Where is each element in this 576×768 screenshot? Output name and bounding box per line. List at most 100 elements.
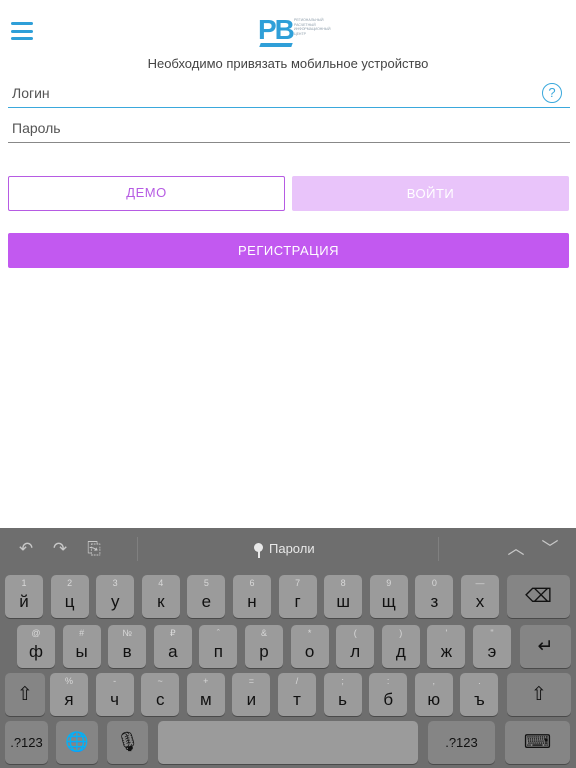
key-char: а xyxy=(168,642,178,661)
passwords-autofill-button[interactable]: Пароли xyxy=(254,538,315,560)
key-char: д xyxy=(395,642,406,661)
space-key[interactable] xyxy=(158,721,418,764)
key-hint: # xyxy=(79,628,85,638)
key-ц[interactable]: 2ц xyxy=(50,575,89,618)
key-г[interactable]: 7г xyxy=(278,575,317,618)
key-н[interactable]: 6н xyxy=(233,575,271,618)
microphone-key[interactable]: 🎙 xyxy=(107,721,148,764)
shift-right-key[interactable]: ⇧ xyxy=(507,673,571,716)
key-л[interactable]: (л xyxy=(336,625,375,668)
hide-keyboard-key[interactable]: ⌨ xyxy=(505,721,570,764)
demo-button[interactable]: ДЕМО xyxy=(8,176,285,211)
key-hint: ; xyxy=(341,676,344,686)
numbers-right-key[interactable]: .?123 xyxy=(428,721,495,764)
key-ъ[interactable]: .ъ xyxy=(460,673,499,716)
key-hint: . xyxy=(478,676,481,686)
app-screen: PB Региональный расчетный информационный… xyxy=(0,0,576,528)
passwords-label: Пароли xyxy=(269,541,315,556)
key-щ[interactable]: 9щ xyxy=(369,575,408,618)
key-char: г xyxy=(294,592,301,611)
key-ч[interactable]: -ч xyxy=(95,673,134,716)
key-hint: ~ xyxy=(157,676,163,686)
paste-icon[interactable]: ⎘ xyxy=(83,538,105,560)
key-з[interactable]: 0з xyxy=(415,575,454,618)
key-в[interactable]: № в xyxy=(108,625,147,668)
register-button[interactable]: РЕГИСТРАЦИЯ xyxy=(8,233,569,268)
key-hint: 6 xyxy=(249,578,255,588)
key-т[interactable]: / т xyxy=(278,673,316,716)
key-к[interactable]: 4к xyxy=(141,575,180,618)
key-ж[interactable]: ' ж xyxy=(427,625,466,668)
key-hint: = xyxy=(248,676,255,686)
globe-key[interactable]: 🌐 xyxy=(56,721,98,764)
login-button[interactable]: ВОЙТИ xyxy=(292,176,569,211)
key-е[interactable]: 5е xyxy=(187,575,226,618)
key-char: ъ xyxy=(474,690,485,709)
password-field xyxy=(8,113,570,143)
key-э[interactable]: " э xyxy=(473,625,511,668)
key-р[interactable]: & р xyxy=(245,625,283,668)
app-logo: PB Региональный расчетный информационный… xyxy=(258,12,330,50)
key-ш[interactable]: 8ш xyxy=(324,575,363,618)
numbers-left-key[interactable]: .?123 xyxy=(5,721,48,764)
backspace-key[interactable]: ⌫ xyxy=(507,575,570,618)
chevron-up-icon[interactable]: ︿ xyxy=(505,538,527,560)
key-hint: 1 xyxy=(21,578,27,588)
backspace-key-glyph: ⌫ xyxy=(525,586,552,607)
key-hint: ' xyxy=(445,628,448,638)
key-char: ч xyxy=(110,690,120,709)
key-char: с xyxy=(155,690,165,709)
key-char: б xyxy=(383,690,394,709)
key-hint: 4 xyxy=(158,578,164,588)
key-ы[interactable]: # ы xyxy=(62,625,101,668)
key-д[interactable]: ) д xyxy=(381,625,420,668)
hamburger-menu-icon[interactable] xyxy=(11,22,33,40)
key-п[interactable]: ˆп xyxy=(199,625,238,668)
key-а[interactable]: ₽ а xyxy=(153,625,192,668)
redo-icon[interactable]: ↷ xyxy=(49,538,71,560)
key-м[interactable]: + м xyxy=(186,673,225,716)
key-hint: 5 xyxy=(203,578,209,588)
key-ю[interactable]: ,ю xyxy=(414,673,453,716)
key-й[interactable]: 1й xyxy=(5,575,43,618)
key-char: ю xyxy=(427,690,441,709)
onscreen-keyboard: ↶ ↷ ⎘ Пароли ︿ ﹀ 1 й 2 ц 3 у 4 к 5 е 6 н 7 г 8 ш 9 щ 0 з — х ⌫… xyxy=(0,528,576,768)
chevron-down-icon[interactable]: ﹀ xyxy=(539,538,561,560)
help-icon[interactable]: ? xyxy=(542,83,562,103)
hide-keyboard-key-glyph: ⌨ xyxy=(523,732,552,753)
key-char: я xyxy=(64,690,74,709)
key-я[interactable]: % я xyxy=(50,673,88,716)
undo-icon[interactable]: ↶ xyxy=(15,538,37,560)
shift-left-key-glyph: ⇧ xyxy=(17,684,33,705)
login-field: ? xyxy=(8,78,570,108)
key-char: о xyxy=(304,642,315,661)
key-hint: ) xyxy=(399,628,403,638)
key-ф[interactable]: @ ф xyxy=(17,625,55,668)
key-char: м xyxy=(199,690,212,709)
shift-left-key[interactable]: ⇧ xyxy=(5,673,45,716)
key-char: п xyxy=(213,642,223,661)
return-key[interactable]: ↵ xyxy=(520,625,571,668)
key-char: э xyxy=(487,642,497,661)
page-subtitle: Необходимо привязать мобильное устройств… xyxy=(147,56,429,71)
key-б[interactable]: :б xyxy=(369,673,408,716)
key-char: ш xyxy=(336,592,350,611)
key-char: р xyxy=(259,642,269,661)
key-hint: ( xyxy=(353,628,357,638)
key-о[interactable]: * о xyxy=(290,625,329,668)
key-у[interactable]: 3у xyxy=(96,575,135,618)
password-input[interactable] xyxy=(8,113,570,142)
key-и[interactable]: = и xyxy=(232,673,271,716)
key-char: ф xyxy=(29,642,43,661)
toolbar-divider xyxy=(137,537,138,561)
key-с[interactable]: ~ с xyxy=(141,673,180,716)
key-х[interactable]: — х xyxy=(461,575,499,618)
key-ь[interactable]: ; ь xyxy=(323,673,362,716)
key-hint: @ xyxy=(31,628,41,638)
key-char: л xyxy=(350,642,361,661)
login-input[interactable] xyxy=(8,78,570,107)
key-char: у xyxy=(110,592,120,611)
keyboard-toolbar: ↶ ↷ ⎘ Пароли ︿ ﹀ xyxy=(0,528,576,570)
key-hint: * xyxy=(307,628,312,638)
key-char: в xyxy=(122,642,132,661)
